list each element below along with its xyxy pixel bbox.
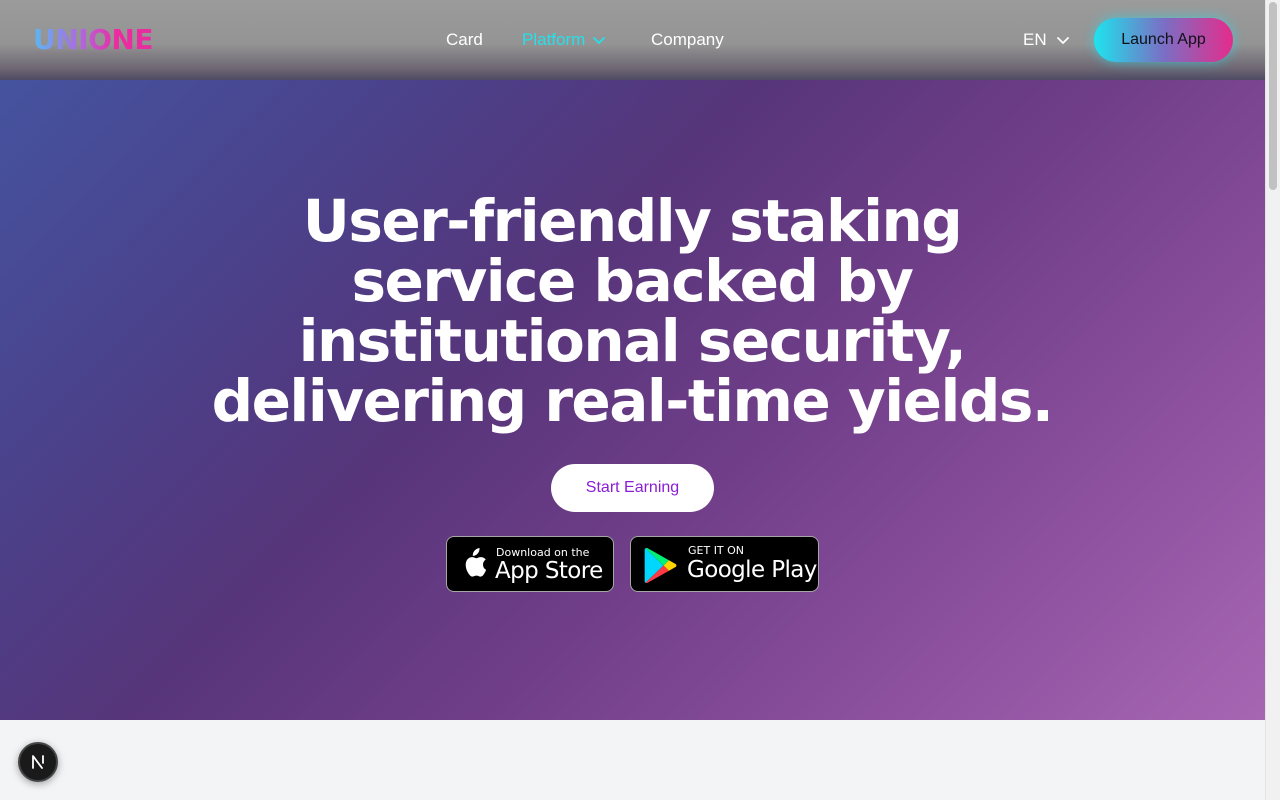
apple-icon — [465, 548, 487, 577]
scrollbar-thumb[interactable] — [1269, 2, 1277, 190]
google-play-small-text: GET IT ON — [688, 544, 745, 557]
chevron-down-icon — [593, 37, 606, 44]
page-scrollbar[interactable] — [1265, 0, 1280, 800]
app-store-badge[interactable]: Download on the App Store — [446, 536, 614, 592]
content-section — [0, 720, 1265, 800]
language-label: EN — [1023, 30, 1047, 49]
chevron-down-icon — [1056, 37, 1069, 44]
unione-logo[interactable]: UNIONE — [33, 22, 153, 58]
app-store-big-text: App Store — [495, 558, 603, 584]
launch-app-button[interactable]: Launch App — [1094, 18, 1233, 62]
nextjs-dev-badge[interactable] — [18, 742, 58, 782]
language-selector[interactable]: EN — [1023, 28, 1071, 52]
hero-section: User-friendly staking service backed by … — [0, 80, 1265, 720]
hero-title: User-friendly staking service backed by … — [211, 187, 1054, 435]
nav-link-company[interactable]: Company — [651, 28, 724, 52]
google-play-icon — [644, 547, 677, 584]
nextjs-icon — [32, 755, 44, 769]
google-play-big-text: Google Play — [687, 557, 817, 583]
nav-link-platform[interactable]: Platform — [522, 28, 607, 52]
google-play-badge[interactable]: GET IT ON Google Play — [630, 536, 819, 592]
nav-link-card[interactable]: Card — [446, 28, 483, 52]
top-navigation: UNIONE Card Platform Company EN Launch A… — [0, 0, 1265, 80]
start-earning-button[interactable]: Start Earning — [551, 464, 714, 512]
nav-link-platform-label: Platform — [522, 30, 586, 49]
